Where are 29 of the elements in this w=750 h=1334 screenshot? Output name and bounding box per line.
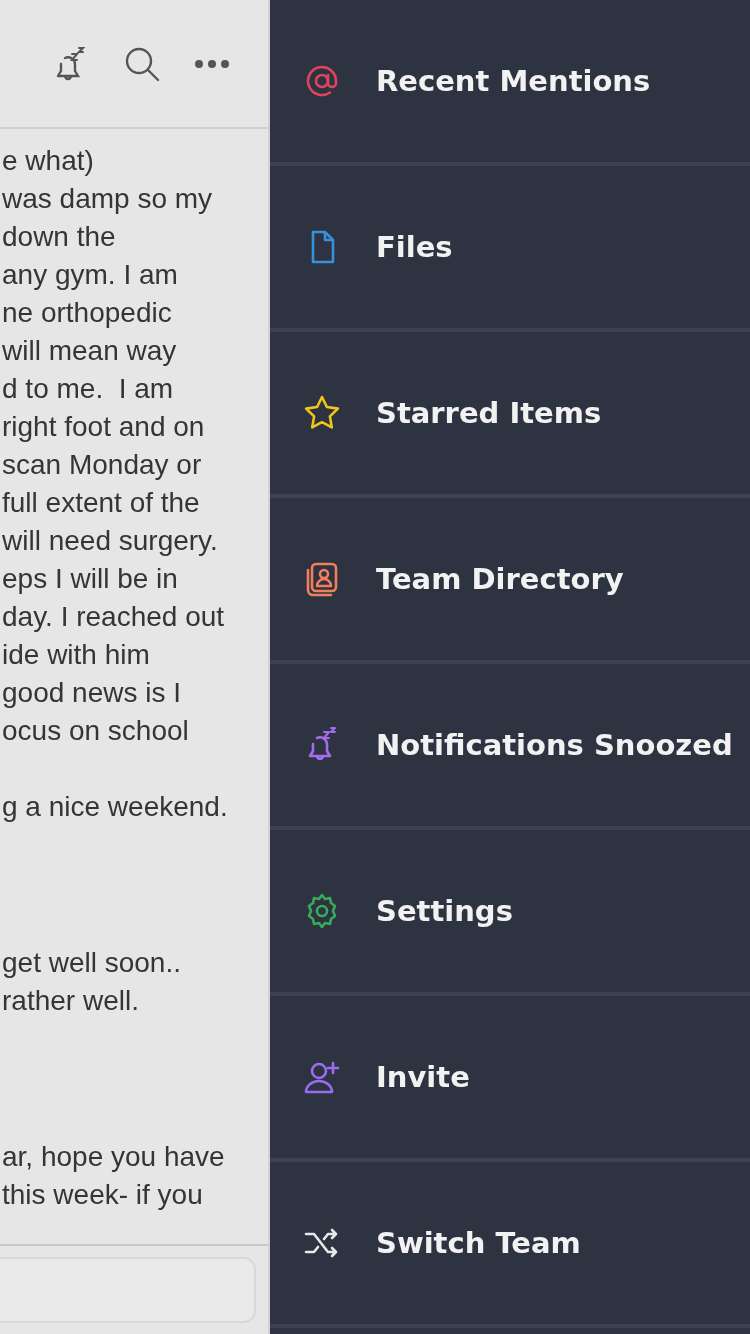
message-text: ne orthopedic xyxy=(1,296,173,330)
menu-item[interactable]: Invite xyxy=(270,996,750,1162)
menu-item[interactable]: Notifications Snoozed xyxy=(270,664,750,830)
menu-item[interactable]: Starred Items xyxy=(270,332,750,498)
message-text: will mean way xyxy=(1,334,178,368)
message-text: eps I will be in xyxy=(1,562,179,596)
message-text: get well soon.. xyxy=(1,946,182,980)
message-text: down the xyxy=(1,220,117,254)
message-text: right foot and on xyxy=(1,410,206,444)
menu-item[interactable]: Files xyxy=(270,166,750,332)
message-text: e what) xyxy=(1,144,95,178)
message-text: ide with him xyxy=(1,638,151,672)
message-text: day. I reached out xyxy=(1,600,226,634)
menu-item[interactable]: Team Directory xyxy=(270,498,750,664)
menu-item[interactable]: Recent Mentions xyxy=(270,0,750,166)
message-text: full extent of the xyxy=(1,486,201,520)
message-text: good news is I xyxy=(1,676,182,710)
message-text: d to me. I am xyxy=(1,372,175,406)
message-text: this week- if you xyxy=(1,1178,204,1212)
message-text: ocus on school xyxy=(1,714,190,748)
message-text: was damp so my xyxy=(1,182,214,216)
menu-item[interactable]: Switch Team xyxy=(270,1162,750,1328)
message-text: any gym. I am xyxy=(1,258,179,292)
message-text: g a nice weekend. xyxy=(1,790,229,824)
message-text: rather well. xyxy=(1,984,140,1018)
message-text: ar, hope you have xyxy=(1,1140,226,1174)
message-text: will need surgery. xyxy=(1,524,219,558)
menu-item[interactable]: Settings xyxy=(270,830,750,996)
message-text: scan Monday or xyxy=(1,448,203,482)
